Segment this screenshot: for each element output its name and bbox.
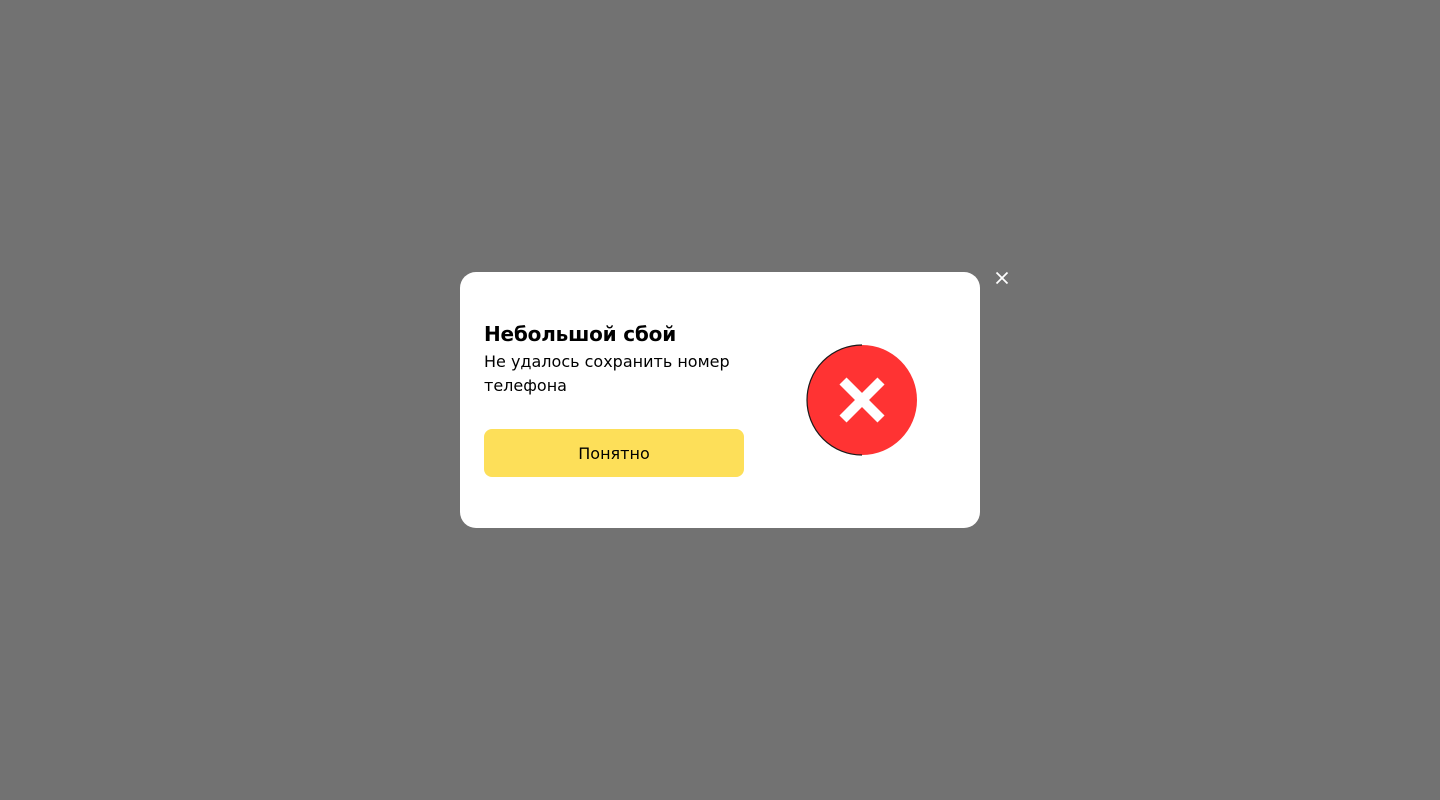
error-cross-icon [806, 344, 917, 456]
confirm-button[interactable]: Понятно [484, 429, 744, 477]
close-button[interactable] [990, 266, 1014, 290]
dialog-title: Небольшой сбой [484, 322, 677, 346]
dialog-text-block: Небольшой сбой Не удалось сохранить номе… [484, 320, 744, 398]
dialog-message: Не удалось сохранить номер телефона [484, 352, 730, 395]
error-dialog: Небольшой сбой Не удалось сохранить номе… [460, 272, 980, 528]
close-icon [995, 271, 1009, 285]
